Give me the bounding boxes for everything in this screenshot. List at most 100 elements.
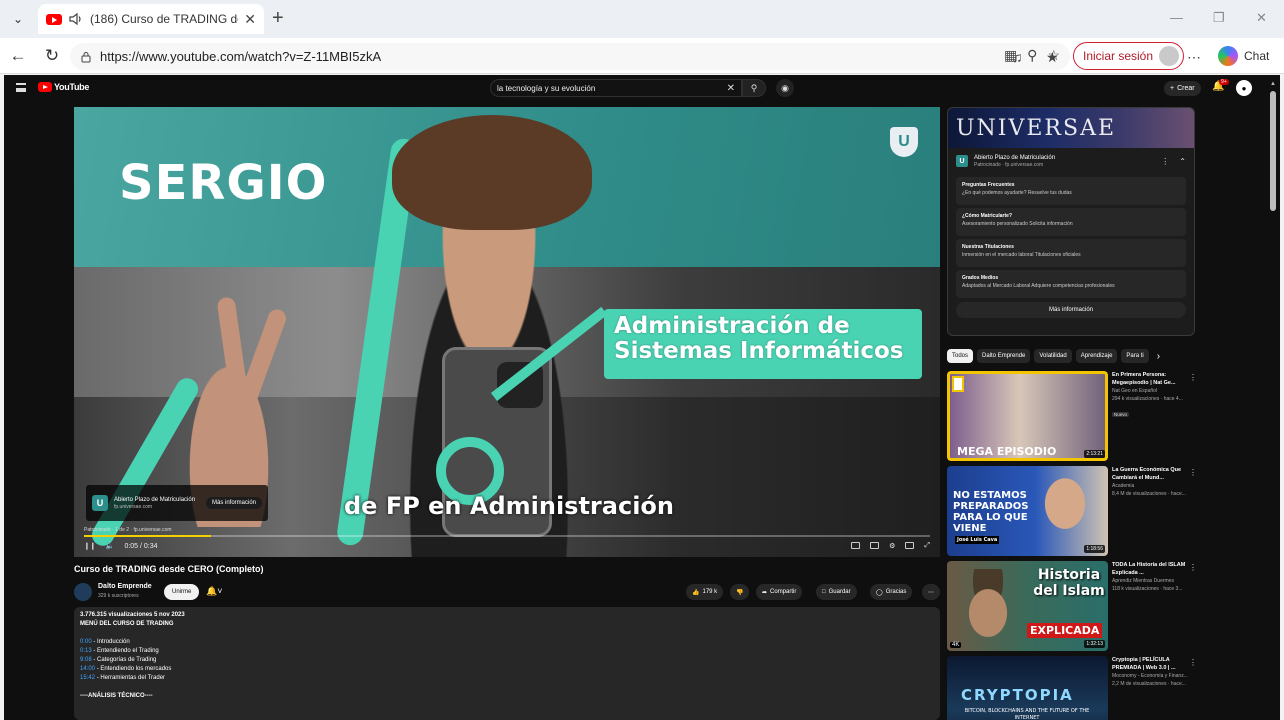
more-menu-icon[interactable]: ⋯ — [1187, 49, 1201, 66]
thanks-button[interactable]: ◯ Gracias — [870, 584, 913, 600]
microphone-icon[interactable]: ◉ — [776, 79, 794, 97]
dislike-button[interactable]: 👎 — [730, 584, 750, 600]
collapse-chevron-icon[interactable]: ⌃ — [1179, 157, 1186, 166]
join-button[interactable]: Unirme — [164, 584, 200, 600]
chip-learning[interactable]: Aprendizaje — [1075, 349, 1118, 363]
scroll-up-arrow-icon[interactable]: ▲ — [1270, 81, 1276, 87]
sidebar-ad-link[interactable]: Grados Medios Adaptados al Mercado Labora… — [956, 270, 1186, 298]
recommendation-channel[interactable]: Nat Geo en Español — [1112, 387, 1188, 395]
settings-gear-icon[interactable]: ⚙ — [889, 542, 895, 550]
maximize-icon[interactable]: ❐ — [1213, 10, 1225, 26]
sidebar-ad-link[interactable]: Preguntas Frecuentes ¿En qué podemos ayud… — [956, 177, 1186, 205]
video-progress-bar[interactable] — [84, 535, 930, 537]
sidebar-ad-banner[interactable]: UNIVERSAE — [948, 108, 1194, 148]
universae-shield-icon: U — [890, 127, 918, 157]
recommendation-thumbnail[interactable]: CRYPTOPIA BITCOIN, BLOCKCHAINS AND THE F… — [947, 656, 1108, 720]
chapter-timestamp[interactable]: 9:08 — [80, 657, 92, 663]
player-ad-card[interactable]: U Abierto Plazo de Matriculación fp.univ… — [86, 485, 268, 521]
thumbnail-text: Historia del Islam — [1033, 567, 1105, 599]
copilot-chat-button[interactable]: Chat — [1218, 46, 1269, 66]
new-tab-icon[interactable]: + — [272, 8, 284, 28]
tab-actions-chevron-icon[interactable]: ⌄ — [8, 9, 28, 29]
subtitles-icon[interactable] — [851, 542, 861, 549]
hamburger-menu-icon[interactable] — [16, 83, 26, 92]
chapter-timestamp[interactable]: 15:42 — [80, 675, 95, 681]
kebab-menu-icon[interactable]: ⋮ — [1189, 658, 1197, 667]
recommendation-thumbnail[interactable]: Historia del Islam EXPLICADA 4K 1:32:13 — [947, 561, 1108, 651]
minimize-icon[interactable]: — — [1170, 10, 1183, 25]
recommendation-item[interactable]: NO ESTAMOS PREPARADOS PARA LO QUE VIENE … — [947, 466, 1197, 556]
chip-for-you[interactable]: Para ti — [1121, 349, 1149, 363]
page-scrollbar[interactable] — [1270, 91, 1276, 211]
search-input[interactable]: la tecnología y su evolución ✕ — [490, 79, 742, 97]
sidebar-ad-more-button[interactable]: Más información — [956, 302, 1186, 318]
account-avatar[interactable]: ● — [1236, 80, 1252, 96]
create-button[interactable]: + Crear — [1164, 81, 1201, 96]
tab-close-icon[interactable]: ✕ — [244, 11, 256, 28]
subscribed-bell-icon[interactable]: 🔔˅ — [206, 586, 222, 597]
recommendation-thumbnail[interactable]: NO ESTAMOS PREPARADOS PARA LO QUE VIENE … — [947, 466, 1108, 556]
recommendation-title[interactable]: Cryptopia | PELÍCULA PREMIADA | Web 3.0 … — [1112, 656, 1188, 672]
address-bar[interactable]: https://www.youtube.com/watch?v=Z-11MBI5… — [70, 43, 1070, 70]
sidebar-ad-banner-text: UNIVERSAE — [956, 116, 1117, 141]
save-label: Guardar — [828, 589, 851, 595]
search-icon[interactable]: ⚲ — [742, 79, 766, 97]
close-window-icon[interactable]: ✕ — [1256, 10, 1267, 26]
like-button[interactable]: 👍 179 k — [686, 584, 724, 600]
clear-search-icon[interactable]: ✕ — [727, 83, 735, 94]
pause-icon[interactable]: ❙❙ — [84, 542, 96, 550]
zoom-icon[interactable]: ⚲ — [1027, 47, 1037, 64]
site-info-icon[interactable] — [80, 51, 92, 63]
miniplayer-icon[interactable] — [870, 542, 880, 549]
sidebar-ad-title[interactable]: Abierto Plazo de Matriculación — [974, 154, 1055, 162]
chapter-timestamp[interactable]: 0:00 — [80, 639, 92, 645]
chapter-timestamp[interactable]: 0:13 — [80, 648, 92, 654]
recommendation-channel[interactable]: Moconomy - Economía y Finanz... — [1112, 672, 1188, 680]
favorites-icon[interactable]: ★ — [1046, 49, 1059, 66]
video-overlay-name: SERGIO — [119, 155, 328, 211]
recommendation-channel[interactable]: Academia — [1112, 482, 1188, 490]
callout-line-2: Sistemas Informáticos — [614, 338, 904, 364]
recommendation-item[interactable]: Historia del Islam EXPLICADA 4K 1:32:13 … — [947, 561, 1197, 651]
share-button[interactable]: ➦ Compartir — [756, 584, 803, 600]
browser-tab[interactable]: (186) Curso de TRADING desde CERO (Compl… — [38, 4, 264, 34]
chip-volatility[interactable]: Volatilidad — [1034, 349, 1072, 363]
video-description[interactable]: 3.776.315 visualizaciones 5 nov 2023 MEN… — [74, 607, 940, 720]
recommendation-item[interactable]: MEGA EPISODIO 2:13:21 En Primera Persona… — [947, 371, 1197, 461]
url-text: https://www.youtube.com/watch?v=Z-11MBI5… — [100, 49, 382, 64]
ad-more-info-button[interactable]: Más información — [205, 497, 262, 509]
recommendation-title[interactable]: La Guerra Económica Que Cambiará el Mund… — [1112, 466, 1188, 482]
fullscreen-icon[interactable]: ⤢ — [924, 542, 930, 550]
kebab-menu-icon[interactable]: ⋮ — [1189, 373, 1197, 382]
video-player[interactable]: SERGIO U Administración de Sistemas Info… — [74, 107, 940, 557]
tab-title: (186) Curso de TRADING desde CERO (Compl… — [90, 12, 238, 26]
chapter-line: 14:00 - Entendiendo los mercados — [80, 666, 172, 672]
recommendation-channel[interactable]: Aprendiz Mientras Duermes — [1112, 577, 1188, 585]
signin-button[interactable]: Iniciar sesión — [1073, 42, 1185, 70]
chevron-right-icon[interactable]: › — [1157, 351, 1160, 362]
chip-all[interactable]: Todos — [947, 349, 974, 363]
channel-avatar[interactable] — [74, 583, 92, 601]
recommendation-thumbnail[interactable]: MEGA EPISODIO 2:13:21 — [947, 371, 1108, 461]
back-arrow-icon[interactable]: ← — [8, 46, 28, 66]
speaker-icon[interactable] — [68, 12, 84, 26]
recommendation-title[interactable]: En Primera Persona: Megaepisodio | Nat G… — [1112, 371, 1188, 387]
refresh-icon[interactable]: ↻ — [42, 46, 62, 66]
sidebar-ad-link[interactable]: Nuestras Titulaciones Inmersión en el mer… — [956, 239, 1186, 267]
channel-name[interactable]: Dalto Emprende — [98, 583, 152, 590]
recommendation-title[interactable]: TODA La Historia del ISLAM Explicada ... — [1112, 561, 1188, 577]
notification-badge: 9+ — [1219, 79, 1229, 85]
extensions-icon[interactable]: ♫ — [1012, 49, 1023, 65]
save-button[interactable]: □ Guardar — [816, 584, 857, 600]
kebab-menu-icon[interactable]: ⋮ — [1189, 563, 1197, 572]
recommendation-item[interactable]: CRYPTOPIA BITCOIN, BLOCKCHAINS AND THE F… — [947, 656, 1197, 720]
volume-icon[interactable]: 🔈 — [106, 542, 115, 550]
youtube-logo[interactable]: YouTube — [38, 82, 89, 92]
kebab-menu-icon[interactable]: ⋮ — [1189, 468, 1197, 477]
chapter-timestamp[interactable]: 14:00 — [80, 666, 95, 672]
chip-channel[interactable]: Dalto Emprende — [977, 349, 1031, 363]
kebab-menu-icon[interactable]: ⋮ — [1161, 157, 1169, 166]
sidebar-ad-link[interactable]: ¿Cómo Matricularte? Asesoramiento persona… — [956, 208, 1186, 236]
more-actions-icon[interactable]: ⋯ — [922, 584, 940, 600]
theater-mode-icon[interactable] — [905, 542, 915, 549]
